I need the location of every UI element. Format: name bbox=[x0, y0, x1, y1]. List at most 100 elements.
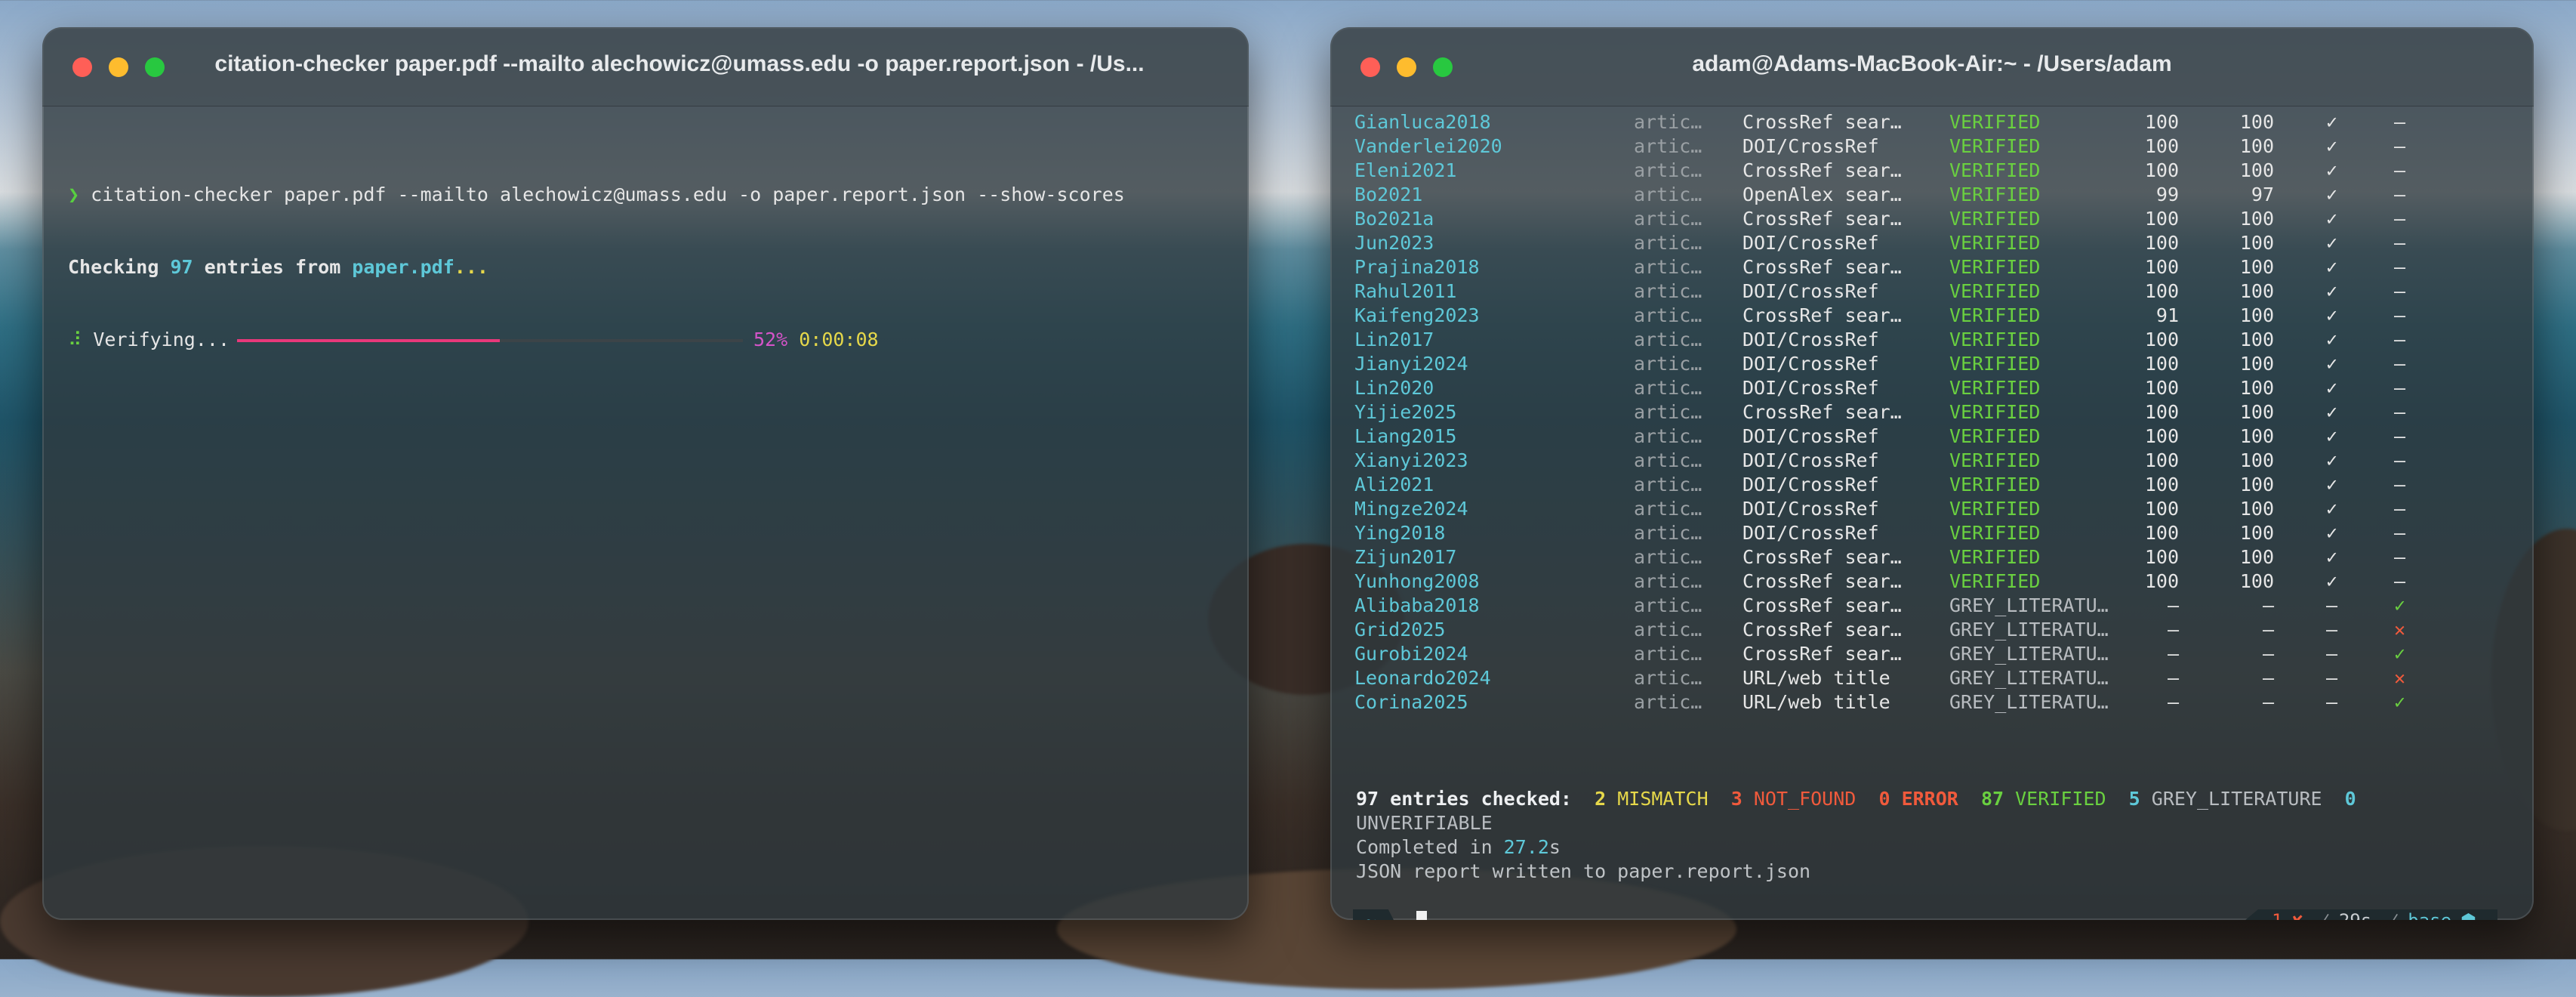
lookup-method: CrossRef sear… bbox=[1742, 643, 1902, 665]
table-row: Bo2021 artic… OpenAlex sear… VERIFIED 99 97 ✓ – bbox=[1332, 183, 2508, 207]
text-cursor[interactable] bbox=[1416, 911, 1427, 920]
grey-check: – bbox=[2393, 522, 2405, 544]
entry-type: artic… bbox=[1634, 304, 1702, 326]
check-mark: ✓ bbox=[2325, 135, 2337, 157]
verified-label: VERIFIED bbox=[2015, 788, 2106, 810]
score-1: 99 bbox=[2155, 184, 2179, 205]
entry-key: Zijun2017 bbox=[1354, 546, 1457, 568]
separator-icon: 〈 bbox=[2312, 909, 2330, 921]
mismatch-label: MISMATCH bbox=[1617, 788, 1709, 810]
entry-type: artic… bbox=[1634, 522, 1702, 544]
checking-suffix: ... bbox=[454, 256, 488, 278]
lookup-method: DOI/CrossRef bbox=[1742, 425, 1879, 447]
table-row: Prajina2018 artic… CrossRef sear… VERIFIED 1… bbox=[1332, 255, 2508, 279]
score-1: 100 bbox=[2144, 498, 2179, 520]
table-row: Yijie2025 artic… CrossRef sear… VERIFIED 100… bbox=[1332, 400, 2508, 424]
grey-check: – bbox=[2393, 329, 2405, 350]
score-2: 100 bbox=[2239, 522, 2274, 544]
check-mark: ✓ bbox=[2325, 329, 2337, 350]
score-1: 100 bbox=[2144, 425, 2179, 447]
grey-label: GREY_LITERATURE bbox=[2151, 788, 2322, 810]
entry-type: artic… bbox=[1634, 667, 1702, 689]
status-label: VERIFIED bbox=[1949, 304, 2041, 326]
lookup-method: DOI/CrossRef bbox=[1742, 474, 1879, 495]
table-row: Jun2023 artic… DOI/CrossRef VERIFIED 100 100 ✓… bbox=[1332, 231, 2508, 255]
command-duration: 29s bbox=[2339, 910, 2371, 920]
check-mark: ✓ bbox=[2325, 474, 2337, 495]
score-2: – bbox=[2262, 643, 2274, 665]
entry-type: artic… bbox=[1634, 401, 1702, 423]
entry-key: Bo2021 bbox=[1354, 184, 1423, 205]
status-label: VERIFIED bbox=[1949, 449, 2041, 471]
entry-type: artic… bbox=[1634, 159, 1702, 181]
checking-prefix: Checking bbox=[68, 256, 171, 278]
check-mark: ✓ bbox=[2325, 353, 2337, 375]
score-2: 100 bbox=[2239, 329, 2274, 350]
score-1: 100 bbox=[2144, 570, 2179, 592]
terminal-output[interactable]: ❯ citation-checker paper.pdf --mailto al… bbox=[68, 134, 1223, 400]
grey-check: – bbox=[2393, 280, 2405, 302]
separator-icon: 〈 bbox=[2380, 909, 2399, 921]
file-name: paper.pdf bbox=[352, 256, 454, 278]
score-2: – bbox=[2262, 594, 2274, 616]
summary-line: 97 entries checked: 2 MISMATCH 3 NOT_FOU… bbox=[1356, 787, 2443, 835]
entry-key: Lin2017 bbox=[1354, 329, 1434, 350]
entry-key: Xianyi2023 bbox=[1354, 449, 1468, 471]
score-2: 100 bbox=[2239, 449, 2274, 471]
table-row: Bo2021a artic… CrossRef sear… VERIFIED 100 10… bbox=[1332, 207, 2508, 231]
entry-key: Mingze2024 bbox=[1354, 498, 1468, 520]
spinner-icon: ⠼ bbox=[68, 329, 82, 350]
score-1: – bbox=[2167, 594, 2179, 616]
entry-type: artic… bbox=[1634, 111, 1702, 133]
status-label: VERIFIED bbox=[1949, 546, 2041, 568]
score-2: 100 bbox=[2239, 159, 2274, 181]
lookup-method: DOI/CrossRef bbox=[1742, 353, 1879, 375]
completed-prefix: Completed in bbox=[1356, 836, 1504, 858]
grey-check: ✕ bbox=[2393, 667, 2405, 689]
window-titlebar[interactable]: citation-checker paper.pdf --mailto alec… bbox=[42, 27, 1249, 106]
verified-count: 87 bbox=[1980, 788, 2004, 810]
grey-check: – bbox=[2393, 449, 2405, 471]
entry-key: Gurobi2024 bbox=[1354, 643, 1468, 665]
entry-type: artic… bbox=[1634, 377, 1702, 399]
entry-type: artic… bbox=[1634, 498, 1702, 520]
entry-type: artic… bbox=[1634, 280, 1702, 302]
table-row: Rahul2011 artic… DOI/CrossRef VERIFIED 100 10… bbox=[1332, 279, 2508, 304]
command-text: citation-checker paper.pdf --mailto alec… bbox=[91, 184, 1125, 205]
results-table[interactable]: Gianluca2018 artic… CrossRef sear… VERIFIED… bbox=[1332, 110, 2508, 715]
unverifiable-label: UNVERIFIABLE bbox=[1356, 812, 1493, 834]
lookup-method: DOI/CrossRef bbox=[1742, 329, 1879, 350]
error-label: ERROR bbox=[1901, 788, 1958, 810]
entry-key: Yunhong2008 bbox=[1354, 570, 1480, 592]
table-row: Gianluca2018 artic… CrossRef sear… VERIFIED… bbox=[1332, 110, 2508, 134]
check-mark: ✓ bbox=[2325, 232, 2337, 254]
mismatch-count: 2 bbox=[1595, 788, 1607, 810]
checking-middle: entries from bbox=[193, 256, 353, 278]
entry-type: artic… bbox=[1634, 184, 1702, 205]
lookup-method: CrossRef sear… bbox=[1742, 256, 1902, 278]
close-button[interactable] bbox=[72, 57, 92, 77]
status-label: VERIFIED bbox=[1949, 353, 2041, 375]
completed-time: 27.2 bbox=[1503, 836, 1549, 858]
prompt-statusbar[interactable]: ~ 1 ✘ 〈 29s 〈 base ⬢ bbox=[1353, 909, 2497, 920]
terminal-window-right[interactable]: adam@Adams-MacBook-Air:~ - /Users/adam G… bbox=[1330, 27, 2534, 920]
status-label: VERIFIED bbox=[1949, 184, 2041, 205]
score-2: 100 bbox=[2239, 232, 2274, 254]
lookup-method: DOI/CrossRef bbox=[1742, 135, 1879, 157]
grey-check: – bbox=[2393, 401, 2405, 423]
score-2: – bbox=[2262, 667, 2274, 689]
entry-type: artic… bbox=[1634, 546, 1702, 568]
score-1: 100 bbox=[2144, 135, 2179, 157]
progress-label: Verifying... bbox=[93, 329, 230, 350]
window-titlebar[interactable]: adam@Adams-MacBook-Air:~ - /Users/adam bbox=[1330, 27, 2534, 106]
status-label: VERIFIED bbox=[1949, 570, 2041, 592]
entry-key: Jianyi2024 bbox=[1354, 353, 1468, 375]
terminal-window-left[interactable]: citation-checker paper.pdf --mailto alec… bbox=[42, 27, 1249, 920]
status-label: VERIFIED bbox=[1949, 111, 2041, 133]
check-mark: ✓ bbox=[2325, 304, 2337, 326]
score-1: 100 bbox=[2144, 546, 2179, 568]
entry-type: artic… bbox=[1634, 208, 1702, 230]
entry-key: Ali2021 bbox=[1354, 474, 1434, 495]
entry-type: artic… bbox=[1634, 329, 1702, 350]
status-label: VERIFIED bbox=[1949, 135, 2041, 157]
